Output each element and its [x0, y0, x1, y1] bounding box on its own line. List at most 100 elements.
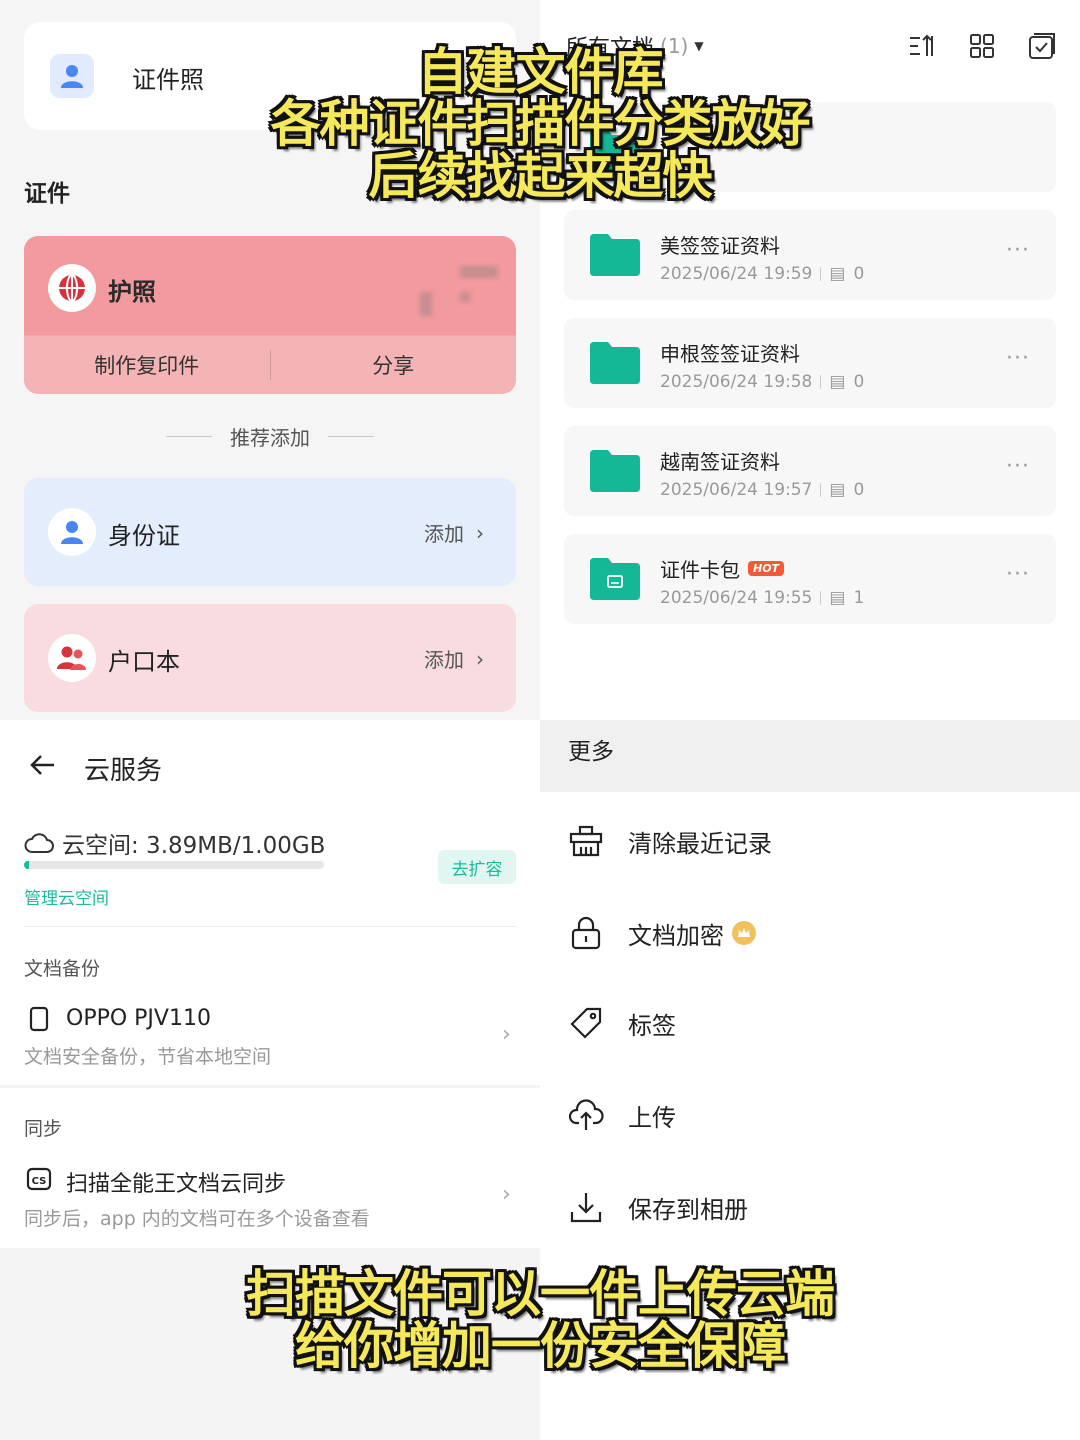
folder-name: 美签签证资料: [660, 230, 780, 259]
sync-title[interactable]: 扫描全能王文档云同步: [66, 1166, 286, 1198]
family-icon: [48, 634, 96, 682]
add-button[interactable]: 添加 ›: [424, 518, 484, 547]
page-title: 云服务: [84, 756, 163, 786]
blurred-thumbnail: [420, 292, 432, 316]
folder-icon: [590, 234, 640, 276]
add-label: 添加: [424, 522, 464, 546]
folder-name-text: 美签签证资料: [660, 234, 780, 258]
folder-count: 1: [853, 588, 865, 608]
divider-line: [166, 435, 212, 437]
clear-history-icon: [568, 823, 604, 859]
cloud-space-label: 云空间: 3.89MB/1.00GB: [62, 833, 326, 859]
vip-crown-icon: [732, 921, 756, 945]
more-title: 更多: [568, 739, 614, 765]
sync-desc: 同步后，app 内的文档可在多个设备查看: [24, 1208, 370, 1230]
suggestion-id-card[interactable]: 身份证 添加 ›: [24, 478, 516, 586]
more-header: 更多: [540, 720, 1080, 792]
camscanner-icon: CS: [26, 1167, 52, 1191]
divider: [820, 591, 822, 605]
backup-desc: 文档安全备份，节省本地空间: [24, 1046, 272, 1068]
passport-actions: 制作复印件 分享: [24, 336, 516, 394]
divider-line: [328, 435, 374, 437]
recommend-label: 推荐添加: [230, 425, 310, 450]
folder-meta: 2025/06/24 19:59 ▤ 0: [660, 264, 864, 284]
add-label: 添加: [424, 648, 464, 672]
chevron-right-icon[interactable]: ›: [502, 1182, 511, 1207]
folder-card[interactable]: 美签签证资料 2025/06/24 19:59 ▤ 0 ···: [564, 210, 1056, 300]
folder-meta: 2025/06/24 19:57 ▤ 0: [660, 480, 864, 500]
globe-icon: [48, 264, 96, 312]
folder-name-text: 申根签签证资料: [660, 342, 800, 366]
tag-item[interactable]: 标签: [568, 998, 676, 1048]
suggestion-name: 身份证: [108, 522, 180, 550]
phone-icon: [29, 1006, 49, 1032]
folder-count: 0: [853, 372, 865, 392]
passport-card[interactable]: 护照 制作复印件 分享: [24, 236, 516, 394]
svg-text:CS: CS: [32, 1176, 47, 1187]
more-options-icon[interactable]: ···: [1006, 454, 1030, 479]
more-options-icon[interactable]: ···: [1006, 346, 1030, 371]
folder-name: 越南签证资料: [660, 446, 780, 475]
blurred-thumbnail: [460, 266, 498, 278]
doc-count-icon: ▤: [829, 588, 846, 608]
share-button[interactable]: 分享: [271, 350, 517, 380]
save-to-album-item[interactable]: 保存到相册: [568, 1182, 748, 1232]
folder-card[interactable]: 申根签签证资料 2025/06/24 19:58 ▤ 0 ···: [564, 318, 1056, 408]
chevron-right-icon: ›: [476, 646, 484, 671]
clear-history-item[interactable]: 清除最近记录: [568, 816, 772, 866]
folder-name-text: 越南签证资料: [660, 450, 780, 474]
folder-card[interactable]: 越南签证资料 2025/06/24 19:57 ▤ 0 ···: [564, 426, 1056, 516]
make-copy-button[interactable]: 制作复印件: [24, 350, 270, 380]
folder-date: 2025/06/24 19:58: [660, 372, 813, 392]
suggestion-name: 户口本: [108, 648, 180, 676]
suggestion-household[interactable]: 户口本 添加 ›: [24, 604, 516, 712]
folder-name-text: 证件卡包: [660, 558, 740, 582]
folder-card[interactable]: 证件卡包 HOT 2025/06/24 19:55 ▤ 1 ···: [564, 534, 1056, 624]
menu-label-text: 文档加密: [628, 921, 724, 950]
cloud-usage-bar: [24, 861, 324, 869]
folder-date: 2025/06/24 19:57: [660, 480, 813, 500]
folder-date: 2025/06/24 19:55: [660, 588, 813, 608]
add-button[interactable]: 添加 ›: [424, 644, 484, 673]
caption-line: 扫描文件可以一件上传云端: [246, 1265, 835, 1323]
passport-label: 护照: [108, 278, 156, 306]
divider: [24, 926, 516, 927]
manage-cloud-link[interactable]: 管理云空间: [24, 884, 109, 909]
more-options-icon[interactable]: ···: [1006, 238, 1030, 263]
caption-line: 各种证件扫描件分类放好: [270, 95, 811, 153]
more-options-icon[interactable]: ···: [1006, 562, 1030, 587]
download-icon: [568, 1189, 604, 1225]
menu-label: 保存到相册: [628, 1195, 748, 1224]
expand-storage-button[interactable]: 去扩容: [438, 850, 516, 884]
menu-label: 文档加密: [628, 916, 756, 951]
folder-meta: 2025/06/24 19:58 ▤ 0: [660, 372, 864, 392]
caption-top: 自建文件库 各种证件扫描件分类放好 后续找起来超快: [0, 46, 1080, 202]
backup-heading: 文档备份: [24, 958, 101, 980]
backup-device[interactable]: OPPO PJV110: [66, 1006, 211, 1031]
sync-heading: 同步: [24, 1118, 63, 1140]
cloud-space-row: 云空间: 3.89MB/1.00GB: [24, 826, 325, 860]
cloud-icon: [24, 833, 54, 853]
folder-count: 0: [853, 480, 865, 500]
divider: [820, 375, 822, 389]
upload-item[interactable]: 上传: [568, 1090, 676, 1140]
tag-icon: [568, 1005, 604, 1041]
chevron-right-icon: ›: [476, 520, 484, 545]
caption-line: 后续找起来超快: [368, 147, 713, 205]
card-wallet-folder-icon: [590, 558, 640, 600]
recommend-divider: 推荐添加: [164, 422, 376, 450]
folder-icon: [590, 450, 640, 492]
back-arrow-icon[interactable]: [28, 750, 58, 780]
caption-line: 自建文件库: [417, 43, 664, 101]
menu-label: 上传: [628, 1103, 676, 1132]
caption-bottom: 扫描文件可以一件上传云端 给你增加一份安全保障: [0, 1268, 1080, 1372]
chevron-right-icon[interactable]: ›: [502, 1022, 511, 1047]
blurred-thumbnail: [460, 292, 470, 302]
doc-count-icon: ▤: [829, 264, 846, 284]
encrypt-document-item[interactable]: 文档加密: [568, 908, 756, 958]
cloud-usage-fill: [24, 861, 29, 869]
person-icon: [48, 508, 96, 556]
folder-meta: 2025/06/24 19:55 ▤ 1: [660, 588, 864, 608]
menu-label: 标签: [628, 1011, 676, 1040]
folder-name: 证件卡包 HOT: [660, 554, 785, 583]
